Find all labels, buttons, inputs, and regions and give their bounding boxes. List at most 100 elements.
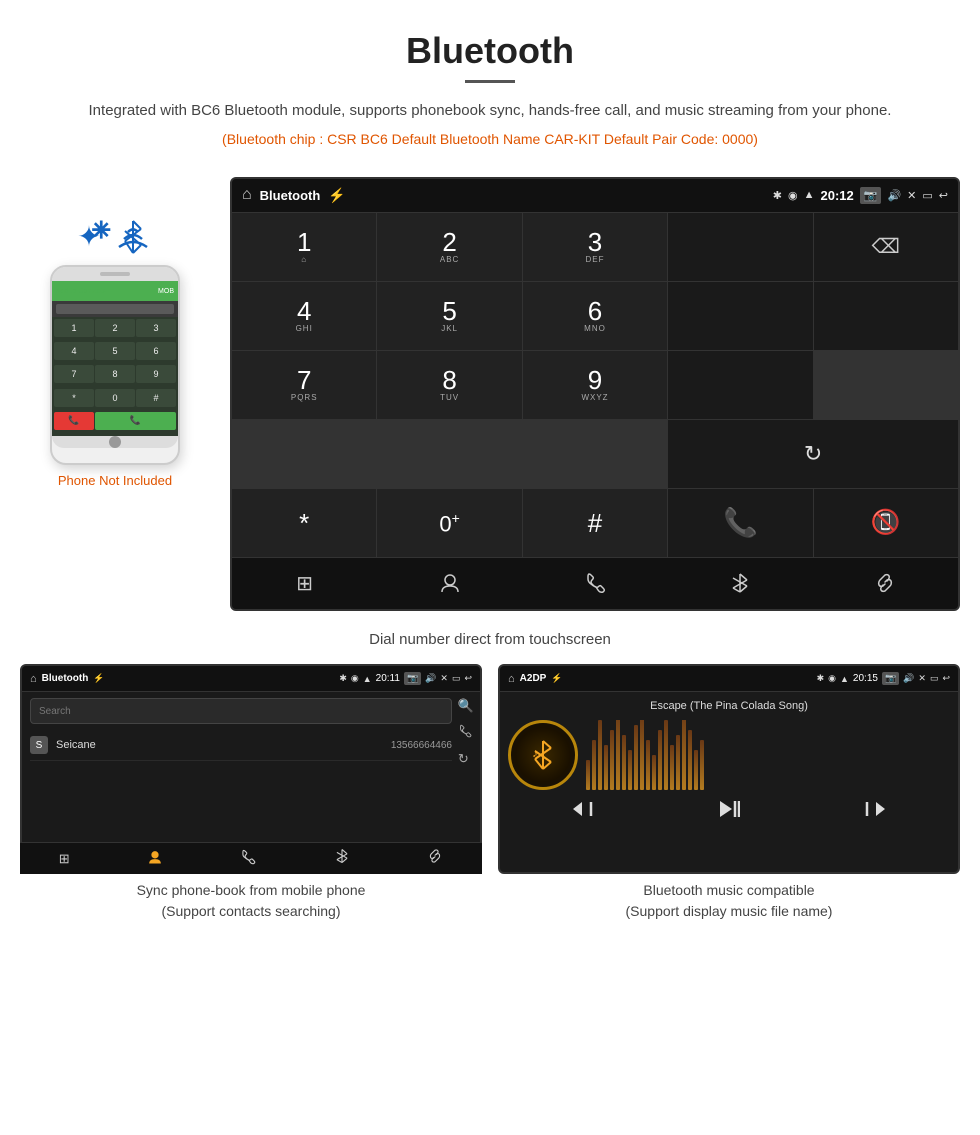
eq-bar bbox=[592, 740, 596, 790]
m-back-icon[interactable]: ↩ bbox=[942, 673, 950, 684]
dial-key-2[interactable]: 2 ABC bbox=[377, 213, 521, 281]
backspace-button[interactable]: ⌫ bbox=[814, 213, 958, 281]
phonebook-content: Search S Seicane 13566664466 🔍 bbox=[22, 692, 480, 767]
small-android-wrap-music: ⌂ A2DP ⚡ ✱ ◉ ▲ 20:15 📷 🔊 ✕ ▭ ↩ bbox=[498, 664, 960, 874]
m-win-icon[interactable]: ▭ bbox=[930, 673, 939, 684]
call-green-button[interactable]: 📞 bbox=[668, 489, 812, 557]
eq-bar bbox=[640, 720, 644, 790]
refresh-button[interactable]: ↻ bbox=[668, 420, 958, 488]
home-icon[interactable]: ⌂ bbox=[242, 186, 252, 204]
eq-bar bbox=[676, 735, 680, 790]
page-description: Integrated with BC6 Bluetooth module, su… bbox=[60, 99, 920, 123]
eq-bar bbox=[634, 725, 638, 790]
nav-grid-icon[interactable]: ⊞ bbox=[285, 563, 325, 603]
eq-bar bbox=[688, 730, 692, 790]
phone-bottom bbox=[52, 436, 178, 448]
dial-key-3[interactable]: 3 DEF bbox=[523, 213, 667, 281]
dial-key-star[interactable]: * bbox=[232, 489, 376, 557]
app-name-bluetooth: Bluetooth bbox=[260, 188, 321, 203]
camera-icon[interactable]: 📷 bbox=[860, 187, 882, 204]
contact-row: S Seicane 13566664466 bbox=[30, 730, 452, 761]
dial-key-4[interactable]: 4 GHI bbox=[232, 282, 376, 350]
phonebook-app-name: Bluetooth bbox=[42, 673, 89, 684]
dial-key-7[interactable]: 7 PQRS bbox=[232, 351, 376, 419]
signal-icon: ▲ bbox=[804, 189, 815, 201]
bottom-row: ⌂ Bluetooth ⚡ ✱ ◉ ▲ 20:11 📷 🔊 ✕ ▭ ↩ bbox=[0, 664, 980, 922]
phone-top-bar bbox=[52, 267, 178, 281]
svg-text:⁕: ⁕ bbox=[87, 212, 116, 250]
call-end-button[interactable]: 📵 bbox=[814, 489, 958, 557]
pb-loc-icon: ◉ bbox=[351, 673, 359, 684]
eq-bar bbox=[694, 750, 698, 790]
window-icon[interactable]: ▭ bbox=[922, 189, 932, 202]
eq-bar bbox=[664, 720, 668, 790]
nav-bluetooth-icon[interactable] bbox=[720, 563, 760, 603]
pb-nav-grid[interactable]: ⊞ bbox=[59, 851, 70, 867]
back-icon[interactable]: ↩ bbox=[939, 189, 948, 202]
close-icon[interactable]: ✕ bbox=[907, 189, 916, 202]
dial-caption: Dial number direct from touchscreen bbox=[0, 631, 980, 648]
bluetooth-icon: ✦ ⁕ bbox=[77, 220, 100, 253]
m-vol-icon[interactable]: 🔊 bbox=[903, 673, 914, 684]
eq-bar bbox=[628, 750, 632, 790]
bluetooth-status-icon: ✱ bbox=[773, 189, 782, 202]
contact-initial: S bbox=[30, 736, 48, 754]
play-pause-button[interactable] bbox=[718, 800, 740, 824]
volume-icon[interactable]: 🔊 bbox=[887, 189, 901, 202]
pb-back-icon[interactable]: ↩ bbox=[464, 673, 472, 684]
contact-number: 13566664466 bbox=[391, 740, 452, 751]
dial-key-1[interactable]: 1 ⌂ bbox=[232, 213, 376, 281]
music-eq-area bbox=[586, 720, 950, 790]
dial-empty-4 bbox=[668, 282, 812, 350]
music-usb-icon: ⚡ bbox=[551, 673, 562, 684]
location-icon: ◉ bbox=[788, 189, 798, 202]
eq-bar bbox=[604, 745, 608, 790]
android-status-bar: ⌂ Bluetooth ⚡ ✱ ◉ ▲ 20:12 📷 🔊 ✕ ▭ ↩ bbox=[232, 179, 958, 213]
contact-name: Seicane bbox=[56, 739, 391, 751]
prev-button[interactable] bbox=[571, 800, 593, 824]
eq-bar bbox=[598, 720, 602, 790]
pb-win-icon[interactable]: ▭ bbox=[452, 673, 461, 684]
phonebook-home-icon[interactable]: ⌂ bbox=[30, 673, 37, 685]
pb-refresh-icon[interactable]: ↻ bbox=[458, 751, 474, 767]
phonebook-status-bar: ⌂ Bluetooth ⚡ ✱ ◉ ▲ 20:11 📷 🔊 ✕ ▭ ↩ bbox=[22, 666, 480, 692]
music-art-area: ♪ bbox=[508, 720, 950, 790]
m-close-icon[interactable]: ✕ bbox=[918, 673, 926, 684]
m-time: 20:15 bbox=[853, 673, 878, 684]
m-camera-icon[interactable]: 📷 bbox=[882, 672, 899, 685]
phone-mockup: Add to Contacts MOB 123 456 789 *0# 📞 📞 bbox=[50, 265, 180, 465]
pb-nav-link[interactable] bbox=[427, 848, 443, 869]
pb-nav-contact[interactable] bbox=[147, 849, 163, 868]
pb-call-icon[interactable] bbox=[458, 724, 474, 741]
nav-contacts-icon[interactable] bbox=[430, 563, 470, 603]
dial-key-9[interactable]: 9 WXYZ bbox=[523, 351, 667, 419]
dial-key-6[interactable]: 6 MNO bbox=[523, 282, 667, 350]
pb-bottom-nav: ⊞ bbox=[20, 842, 482, 874]
next-button[interactable] bbox=[865, 800, 887, 824]
dial-key-0[interactable]: 0+ bbox=[377, 489, 521, 557]
dial-key-8[interactable]: 8 TUV bbox=[377, 351, 521, 419]
music-controls bbox=[508, 800, 950, 824]
search-bar[interactable]: Search bbox=[30, 698, 452, 724]
main-section: ✦ ⁕ bbox=[0, 177, 980, 611]
music-status-bar: ⌂ A2DP ⚡ ✱ ◉ ▲ 20:15 📷 🔊 ✕ ▭ ↩ bbox=[500, 666, 958, 692]
music-home-icon[interactable]: ⌂ bbox=[508, 673, 515, 685]
phonebook-android-screen: ⌂ Bluetooth ⚡ ✱ ◉ ▲ 20:11 📷 🔊 ✕ ▭ ↩ bbox=[20, 664, 482, 874]
phone-not-included-label: Phone Not Included bbox=[58, 473, 172, 488]
eq-bar bbox=[670, 745, 674, 790]
pb-nav-bt[interactable] bbox=[334, 848, 350, 869]
usb-icon: ⚡ bbox=[328, 187, 345, 204]
pb-camera-icon[interactable]: 📷 bbox=[404, 672, 421, 685]
pb-nav-phone[interactable] bbox=[240, 849, 256, 868]
dial-key-hash[interactable]: # bbox=[523, 489, 667, 557]
page-title: Bluetooth bbox=[60, 30, 920, 72]
pb-vol-icon[interactable]: 🔊 bbox=[425, 673, 436, 684]
nav-link-icon[interactable] bbox=[865, 563, 905, 603]
pb-close-icon[interactable]: ✕ bbox=[440, 673, 448, 684]
page-header: Bluetooth Integrated with BC6 Bluetooth … bbox=[0, 0, 980, 177]
music-status-right: ✱ ◉ ▲ 20:15 📷 🔊 ✕ ▭ ↩ bbox=[817, 672, 950, 685]
pb-search-icon[interactable]: 🔍 bbox=[458, 698, 474, 714]
music-status-left: ⌂ A2DP ⚡ bbox=[508, 673, 563, 685]
nav-phone-icon[interactable] bbox=[575, 563, 615, 603]
dial-key-5[interactable]: 5 JKL bbox=[377, 282, 521, 350]
